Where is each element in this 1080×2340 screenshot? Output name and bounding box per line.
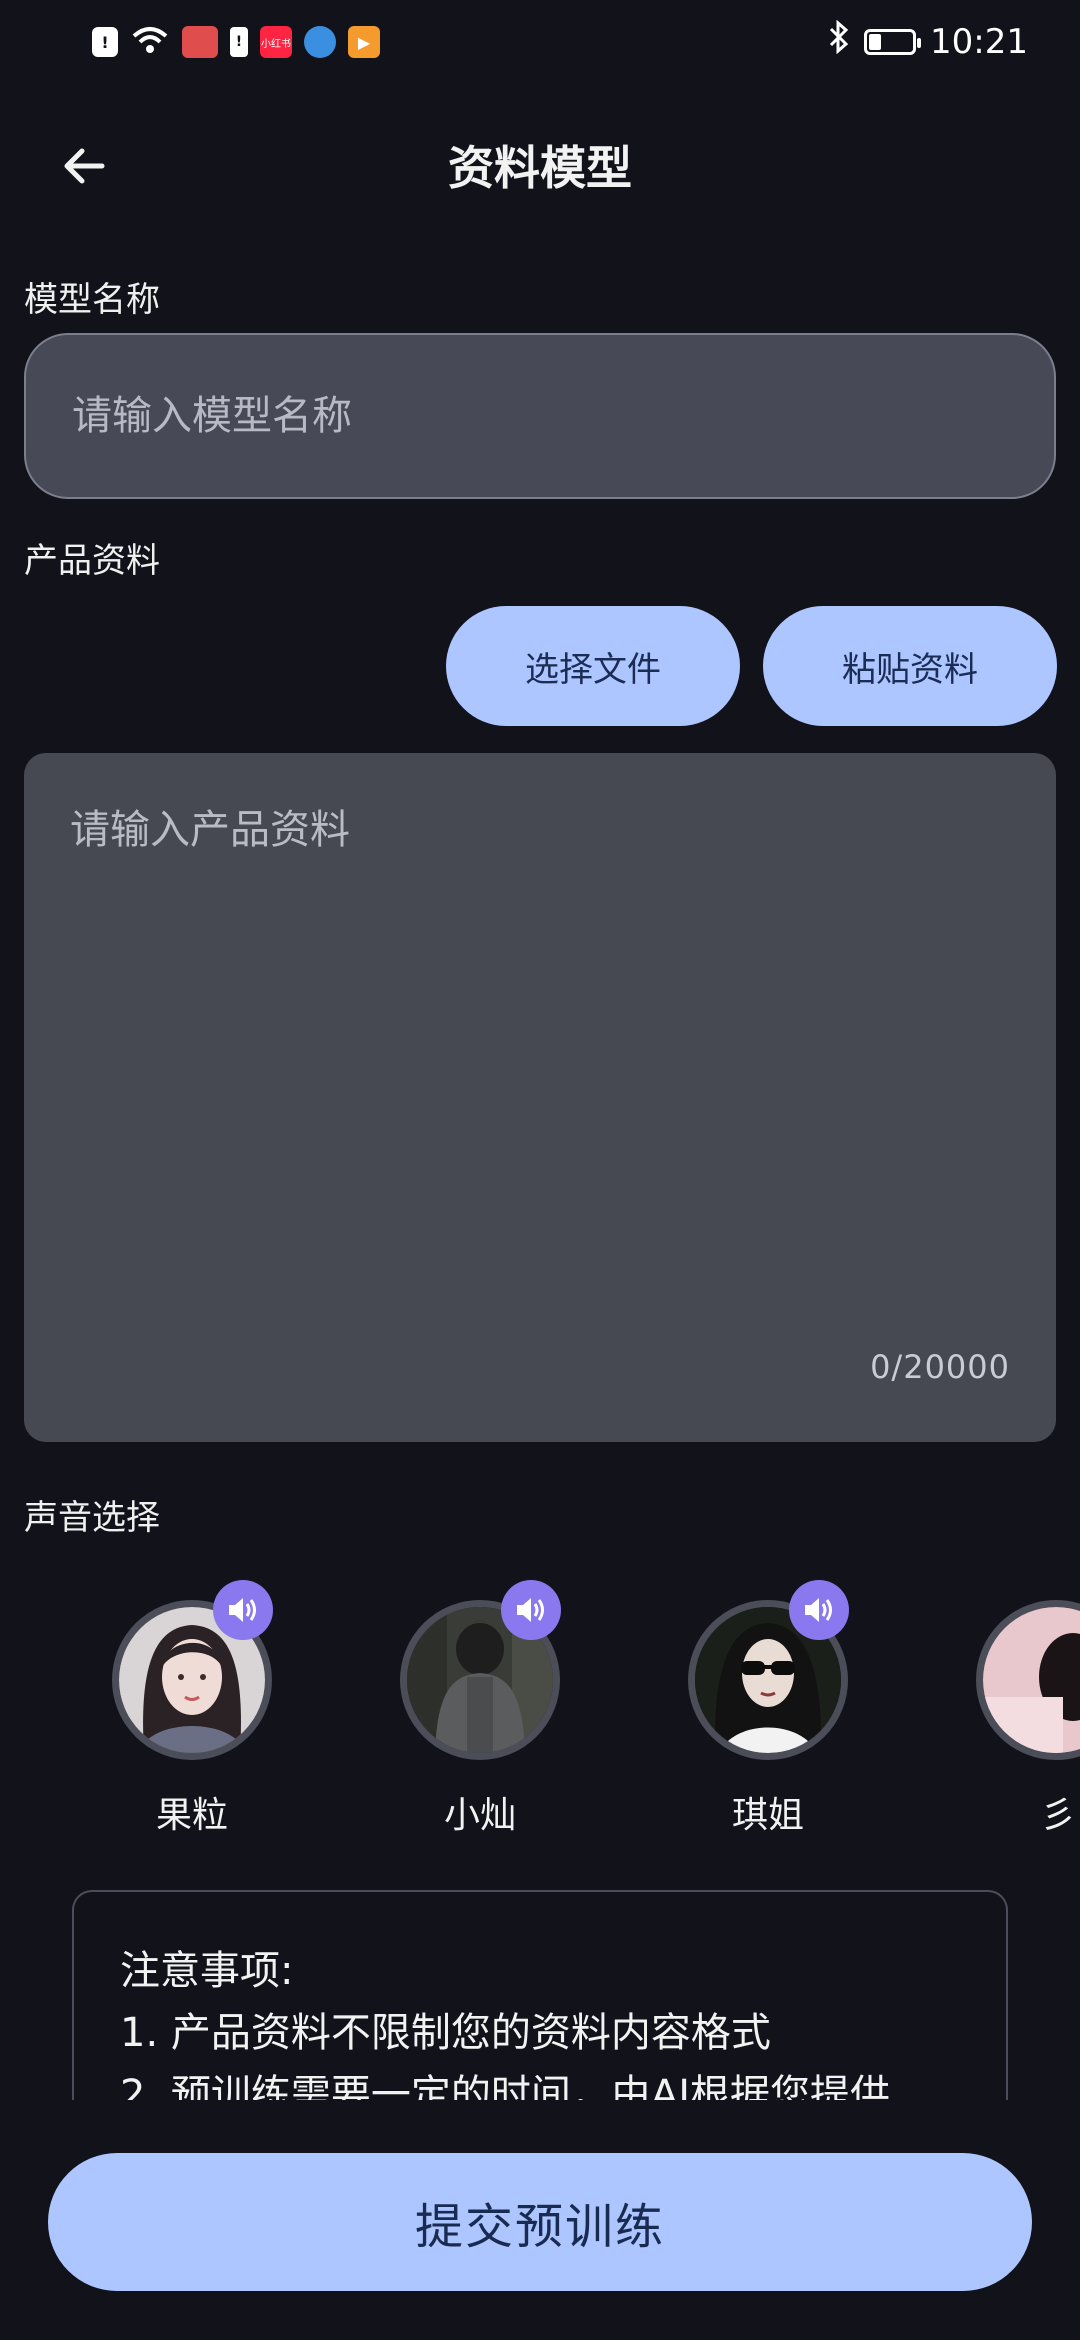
submit-pretrain-button[interactable]: 提交预训练 xyxy=(48,2153,1032,2291)
notification-icons: ! ! 小红书 ▶ xyxy=(92,24,380,60)
speaker-icon[interactable] xyxy=(213,1580,273,1640)
voice-item-qijie[interactable]: 琪姐 xyxy=(638,1578,858,1838)
voice-item-xiaocan[interactable]: 小灿 xyxy=(350,1578,570,1838)
speaker-icon[interactable] xyxy=(789,1580,849,1640)
voice-name: 果粒 xyxy=(155,1795,228,1836)
bluetooth-icon xyxy=(828,19,850,63)
product-info-textarea[interactable]: 请输入产品资料 0/20000 xyxy=(24,753,1056,1442)
avatar xyxy=(976,1600,1080,1760)
video-app-icon: ▶ xyxy=(348,26,380,58)
voice-name: 小灿 xyxy=(443,1795,516,1836)
char-counter: 0/20000 xyxy=(870,1348,1010,1386)
notes-title: 注意事项: xyxy=(120,1948,294,1994)
model-name-label: 模型名称 xyxy=(24,280,160,320)
browser-icon xyxy=(304,26,336,58)
battery-alert-icon: ! xyxy=(230,27,248,57)
huawei-app-icon xyxy=(182,26,218,58)
paste-info-button[interactable]: 粘贴资料 xyxy=(763,606,1057,726)
wifi-icon xyxy=(130,24,170,60)
page-title: 资料模型 xyxy=(448,141,632,195)
clock: 10:21 xyxy=(930,21,1028,62)
speaker-icon[interactable] xyxy=(501,1580,561,1640)
xiaohongshu-label: 小红书 xyxy=(261,38,291,50)
xiaohongshu-icon: 小红书 xyxy=(260,26,292,58)
voice-name: 彡 xyxy=(1040,1795,1077,1836)
notes-line: 2. 预训练需要一定的时间，由AI根据您提供 xyxy=(120,2072,891,2100)
model-name-input[interactable] xyxy=(24,333,1056,499)
notes-line: 1. 产品资料不限制您的资料内容格式 xyxy=(120,2010,771,2056)
voice-name: 琪姐 xyxy=(731,1795,804,1836)
voice-list[interactable]: 果粒 小灿 琪姐 彡 xyxy=(0,1578,1080,1848)
choose-file-button[interactable]: 选择文件 xyxy=(446,606,740,726)
product-info-placeholder: 请输入产品资料 xyxy=(70,807,350,853)
warning-icon: ! xyxy=(92,27,118,57)
voice-item-guoli[interactable]: 果粒 xyxy=(62,1578,282,1838)
battery-icon xyxy=(864,28,922,55)
notes-panel: 注意事项: 1. 产品资料不限制您的资料内容格式 2. 预训练需要一定的时间，由… xyxy=(72,1890,1008,2100)
app-header: 资料模型 xyxy=(0,110,1080,220)
system-status: 10:21 xyxy=(828,19,1028,63)
voice-item-partial[interactable]: 彡 xyxy=(926,1578,1080,1838)
voice-selection-label: 声音选择 xyxy=(24,1498,160,1538)
product-info-label: 产品资料 xyxy=(24,541,160,581)
status-bar: ! ! 小红书 ▶ 10:21 xyxy=(0,0,1080,84)
